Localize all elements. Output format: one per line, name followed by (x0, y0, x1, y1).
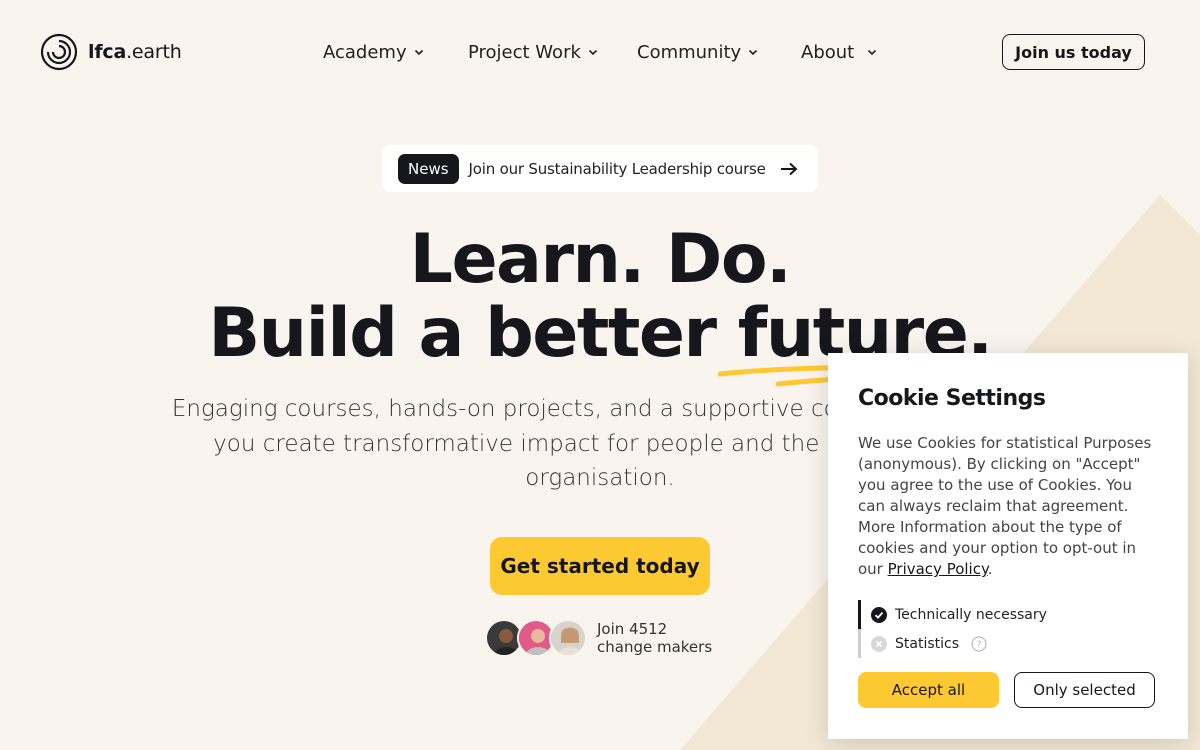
nav-item-project-work[interactable]: Project Work (468, 38, 599, 66)
chevron-down-icon (868, 49, 877, 56)
avatar (549, 619, 587, 657)
nav-item-label: Community (637, 41, 742, 63)
makers-line-1: Join 4512 (597, 620, 668, 638)
arrow-right-icon (780, 162, 798, 175)
svg-text:?: ? (976, 639, 981, 650)
get-started-button[interactable]: Get started today (490, 537, 710, 595)
news-banner[interactable]: News Join our Sustainability Leadership … (382, 145, 818, 192)
chevron-down-icon (588, 49, 597, 56)
option-label: Statistics (895, 635, 959, 652)
cookie-description: We use Cookies for statistical Purposes … (858, 433, 1163, 580)
only-selected-button[interactable]: Only selected (1014, 672, 1155, 708)
option-label: Technically necessary (895, 606, 1047, 623)
member-avatars (485, 619, 595, 659)
cookie-settings-dialog: Cookie Settings We use Cookies for stati… (828, 353, 1188, 739)
chevron-down-icon (749, 49, 758, 56)
cookie-title: Cookie Settings (858, 386, 1046, 411)
change-makers-count: Join 4512 change makers (597, 620, 712, 656)
news-badge: News (398, 153, 459, 184)
cookie-text: We use Cookies for statistical Purposes … (858, 434, 1152, 578)
checked-circle-icon (871, 606, 887, 623)
site-header: lfca.earth Academy Project Work Communit… (0, 0, 1200, 104)
news-text: Join our Sustainability Leadership cours… (468, 159, 766, 178)
option-technically-necessary[interactable]: Technically necessary (858, 600, 1058, 629)
option-statistics[interactable]: Statistics ? (858, 629, 1058, 658)
cookie-text-end: . (987, 560, 993, 578)
nav-item-label: Academy (323, 41, 407, 63)
nav-item-label: Project Work (468, 41, 581, 63)
unchecked-circle-icon (871, 635, 887, 652)
nav-item-community[interactable]: Community (637, 38, 759, 66)
nav-item-about[interactable]: About (801, 38, 878, 66)
privacy-policy-link[interactable]: Privacy Policy (888, 560, 988, 578)
hero-title-line-1: Learn. Do. (409, 220, 792, 299)
help-question-icon[interactable]: ? (971, 635, 987, 652)
nav-item-label: About (801, 41, 855, 63)
makers-line-2: change makers (597, 638, 713, 656)
accept-all-button[interactable]: Accept all (858, 672, 999, 708)
chevron-down-icon (414, 49, 423, 56)
nav-item-academy[interactable]: Academy (323, 38, 425, 66)
join-us-button[interactable]: Join us today (1002, 34, 1145, 70)
